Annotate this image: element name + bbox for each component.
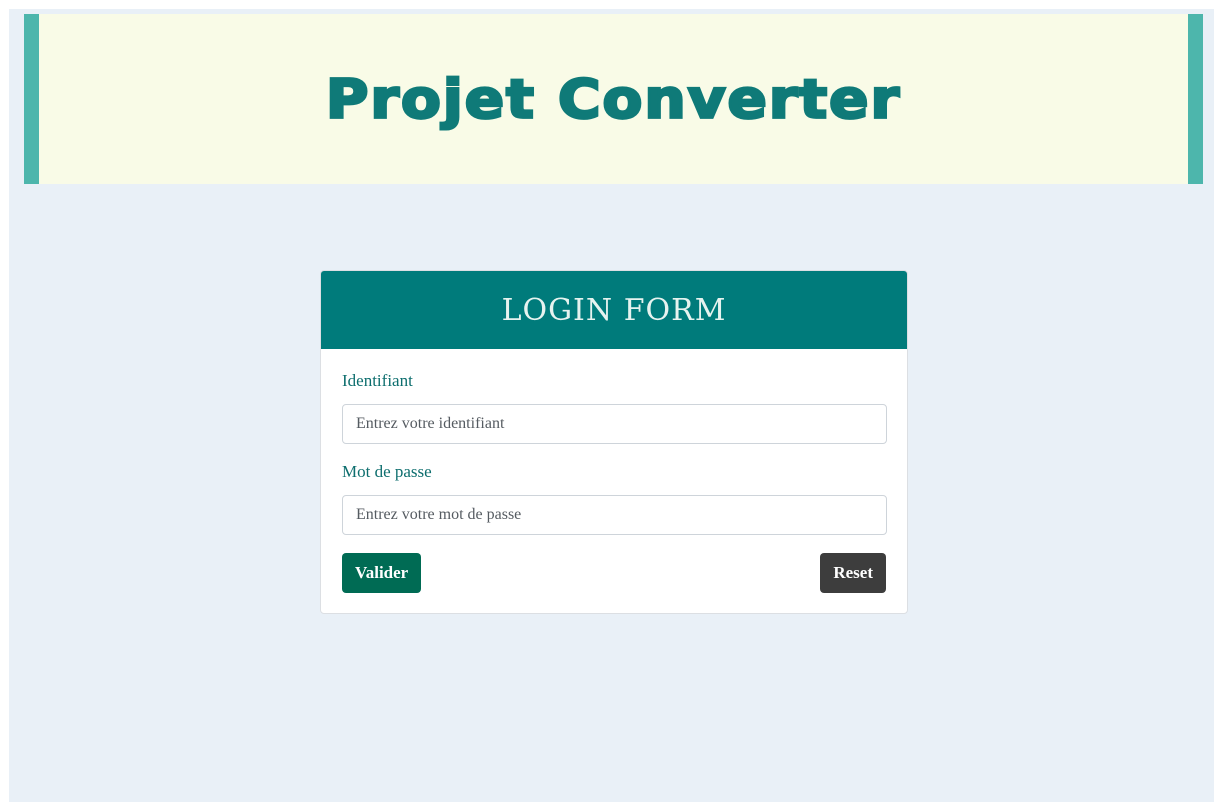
page-viewport: Projet Converter LOGIN FORM Identifiant … [9, 9, 1214, 802]
reset-button[interactable]: Reset [820, 553, 886, 593]
password-input[interactable] [342, 495, 887, 535]
submit-button[interactable]: Valider [342, 553, 422, 593]
login-form-header: LOGIN FORM [321, 271, 907, 349]
login-form-title: LOGIN FORM [501, 292, 727, 328]
header-banner: Projet Converter [24, 14, 1203, 184]
identifiant-input[interactable] [342, 404, 887, 444]
page-title: Projet Converter [324, 66, 902, 131]
login-form: LOGIN FORM Identifiant Mot de passe Vali… [320, 270, 908, 614]
identifiant-label: Identifiant [342, 371, 413, 390]
password-label: Mot de passe [342, 462, 432, 481]
